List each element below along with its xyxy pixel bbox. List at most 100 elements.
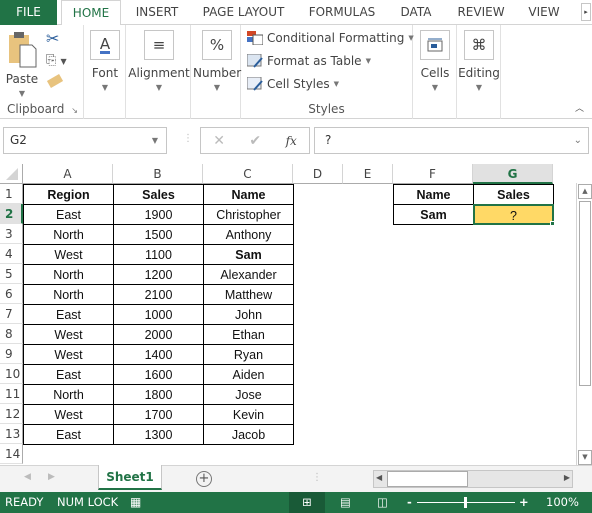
- row-header-14[interactable]: 14: [0, 444, 23, 464]
- cancel-icon[interactable]: ✕: [213, 133, 225, 149]
- table-cell[interactable]: North: [23, 264, 114, 285]
- font-button[interactable]: A Font ▼: [88, 30, 122, 92]
- table-cell[interactable]: Aiden: [203, 364, 294, 385]
- select-all-button[interactable]: [0, 164, 23, 184]
- table-cell[interactable]: West: [23, 404, 114, 425]
- row-header-7[interactable]: 7: [0, 304, 23, 324]
- number-button[interactable]: % Number ▼: [193, 30, 241, 92]
- row-header-8[interactable]: 8: [0, 324, 23, 344]
- table-cell[interactable]: 1000: [113, 304, 204, 325]
- paste-dropdown-icon[interactable]: ▼: [4, 89, 40, 98]
- scroll-up-icon[interactable]: ▲: [578, 184, 592, 199]
- table-header-cell[interactable]: Sales: [113, 184, 204, 205]
- table-cell[interactable]: Jose: [203, 384, 294, 405]
- table-cell[interactable]: 1800: [113, 384, 204, 405]
- name-box[interactable]: G2 ▼: [3, 127, 167, 154]
- table-cell[interactable]: East: [23, 204, 114, 225]
- horizontal-scroll-thumb[interactable]: [387, 471, 468, 487]
- format-as-table-button[interactable]: Format as Table ▼: [247, 54, 371, 68]
- insert-function-icon[interactable]: fx: [286, 134, 297, 148]
- column-header-f[interactable]: F: [393, 164, 473, 184]
- table-cell[interactable]: 2000: [113, 324, 204, 345]
- fill-handle[interactable]: [550, 221, 555, 226]
- sheet-tab-sheet1[interactable]: Sheet1: [98, 465, 162, 490]
- lookup-name-cell[interactable]: Sam: [393, 204, 474, 225]
- column-header-b[interactable]: B: [113, 164, 203, 184]
- macro-record-icon[interactable]: ▦: [130, 492, 141, 513]
- page-layout-view-icon[interactable]: ▤: [340, 492, 351, 513]
- tab-home[interactable]: HOME: [61, 0, 121, 26]
- scroll-down-icon[interactable]: ▼: [578, 450, 592, 465]
- lookup-header-sales[interactable]: Sales: [473, 184, 554, 205]
- column-header-e[interactable]: E: [343, 164, 393, 184]
- horizontal-scrollbar[interactable]: ◀ ▶: [373, 470, 573, 488]
- scroll-right-icon[interactable]: ▶: [564, 473, 570, 482]
- alignment-button[interactable]: ≡ Alignment ▼: [128, 30, 190, 92]
- enter-icon[interactable]: ✔: [249, 133, 261, 149]
- table-cell[interactable]: West: [23, 324, 114, 345]
- column-header-a[interactable]: A: [23, 164, 113, 184]
- table-cell[interactable]: 1300: [113, 424, 204, 445]
- row-header-11[interactable]: 11: [0, 384, 23, 404]
- column-header-c[interactable]: C: [203, 164, 293, 184]
- expand-formula-bar-icon[interactable]: ⌄: [574, 128, 582, 153]
- table-cell[interactable]: John: [203, 304, 294, 325]
- table-cell[interactable]: North: [23, 284, 114, 305]
- table-cell[interactable]: 1500: [113, 224, 204, 245]
- lookup-result-cell[interactable]: ?: [473, 204, 554, 225]
- table-cell[interactable]: Kevin: [203, 404, 294, 425]
- normal-view-icon[interactable]: ⊞: [289, 492, 325, 513]
- vertical-scrollbar[interactable]: ▲ ▼: [576, 183, 592, 465]
- name-box-dropdown-icon[interactable]: ▼: [152, 128, 158, 153]
- tab-file[interactable]: FILE: [0, 0, 57, 25]
- zoom-slider-thumb[interactable]: [464, 497, 467, 508]
- row-header-4[interactable]: 4: [0, 244, 23, 264]
- table-cell[interactable]: East: [23, 304, 114, 325]
- table-cell[interactable]: West: [23, 244, 114, 265]
- table-cell[interactable]: North: [23, 224, 114, 245]
- copy-icon[interactable]: ⎘ ▼: [46, 53, 67, 68]
- row-header-12[interactable]: 12: [0, 404, 23, 424]
- cells-button[interactable]: Cells ▼: [417, 30, 453, 92]
- table-cell[interactable]: West: [23, 344, 114, 365]
- table-cell[interactable]: 1600: [113, 364, 204, 385]
- formula-input[interactable]: ? ⌄: [314, 127, 589, 154]
- scroll-left-icon[interactable]: ◀: [376, 473, 382, 482]
- row-header-9[interactable]: 9: [0, 344, 23, 364]
- editing-button[interactable]: ⌘ Editing ▼: [457, 30, 501, 92]
- row-header-3[interactable]: 3: [0, 224, 23, 244]
- sheet-next-icon[interactable]: ▶: [48, 472, 55, 482]
- conditional-formatting-button[interactable]: Conditional Formatting ▼: [247, 31, 414, 45]
- zoom-out-icon[interactable]: -: [407, 492, 412, 513]
- table-cell[interactable]: 2100: [113, 284, 204, 305]
- row-header-13[interactable]: 13: [0, 424, 23, 444]
- table-cell[interactable]: 1400: [113, 344, 204, 365]
- row-header-5[interactable]: 5: [0, 264, 23, 284]
- table-cell[interactable]: East: [23, 364, 114, 385]
- table-cell[interactable]: Jacob: [203, 424, 294, 445]
- formula-bar-splitter[interactable]: ⋮: [183, 133, 193, 144]
- table-cell[interactable]: Matthew: [203, 284, 294, 305]
- table-cell[interactable]: 1200: [113, 264, 204, 285]
- cut-icon[interactable]: ✂: [46, 29, 59, 48]
- tab-review[interactable]: REVIEW: [452, 0, 510, 25]
- sheet-prev-icon[interactable]: ◀: [24, 472, 31, 482]
- table-cell[interactable]: Ethan: [203, 324, 294, 345]
- table-header-cell[interactable]: Name: [203, 184, 294, 205]
- table-cell[interactable]: Ryan: [203, 344, 294, 365]
- table-cell[interactable]: 1100: [113, 244, 204, 265]
- paste-button[interactable]: Paste ▼: [4, 31, 40, 98]
- vertical-scroll-thumb[interactable]: [579, 201, 591, 386]
- tab-insert[interactable]: INSERT: [128, 0, 186, 25]
- row-header-2[interactable]: 2: [0, 204, 23, 224]
- row-header-1[interactable]: 1: [0, 184, 23, 204]
- tab-view[interactable]: VIEW: [522, 0, 566, 25]
- clipboard-launcher-icon[interactable]: ↘: [71, 106, 78, 115]
- column-header-g[interactable]: G: [473, 164, 553, 184]
- table-header-cell[interactable]: Region: [23, 184, 114, 205]
- table-cell[interactable]: Anthony: [203, 224, 294, 245]
- format-painter-icon[interactable]: [46, 74, 64, 88]
- tab-splitter[interactable]: ⋮: [312, 472, 322, 483]
- column-header-d[interactable]: D: [293, 164, 343, 184]
- collapse-ribbon-icon[interactable]: ︿: [575, 101, 584, 114]
